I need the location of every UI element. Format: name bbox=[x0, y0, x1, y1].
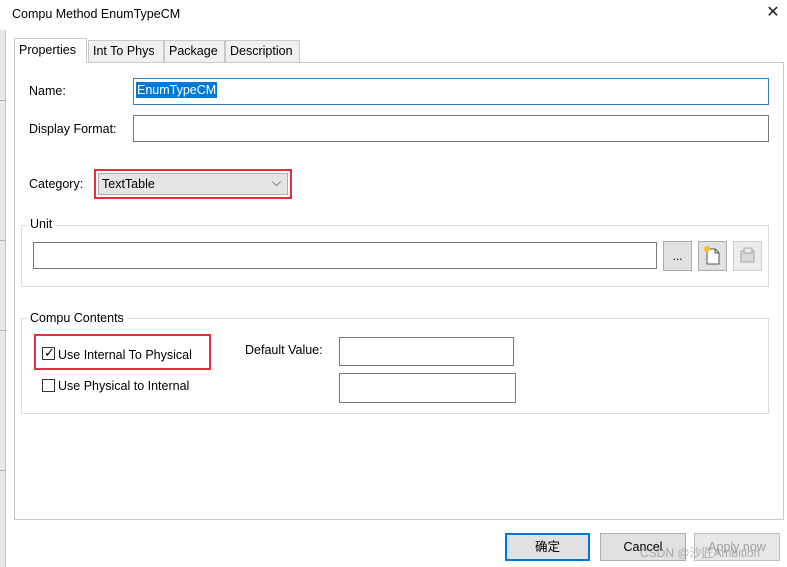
name-value: EnumTypeCM bbox=[136, 82, 218, 98]
close-icon[interactable]: ✕ bbox=[761, 2, 785, 24]
background-window-edge bbox=[0, 30, 6, 567]
default-value-input[interactable] bbox=[339, 337, 514, 366]
default-value-label: Default Value: bbox=[245, 343, 323, 357]
background-line bbox=[0, 330, 6, 331]
tab-properties[interactable]: Properties bbox=[14, 38, 87, 63]
tab-package[interactable]: Package bbox=[164, 40, 225, 62]
unit-browse-button[interactable]: ... bbox=[663, 241, 692, 271]
unit-input[interactable] bbox=[33, 242, 657, 269]
watermark: CSDN @沙匠Ambition bbox=[640, 546, 761, 560]
chevron-down-icon: ⌵ bbox=[271, 175, 281, 189]
use-physical-label[interactable]: Use Physical to Internal bbox=[58, 379, 189, 393]
ok-button[interactable]: 确定 bbox=[505, 533, 590, 561]
compu-contents-title: Compu Contents bbox=[28, 311, 126, 325]
properties-icon bbox=[740, 247, 755, 263]
name-input[interactable]: EnumTypeCM bbox=[133, 78, 769, 105]
category-select[interactable]: TextTable ⌵ bbox=[98, 173, 288, 195]
background-line bbox=[0, 100, 6, 101]
use-internal-label[interactable]: Use Internal To Physical bbox=[58, 348, 192, 362]
category-label: Category: bbox=[29, 177, 84, 191]
new-document-icon bbox=[704, 246, 720, 265]
display-format-input[interactable] bbox=[133, 115, 769, 142]
unit-group-title: Unit bbox=[28, 217, 55, 231]
background-line bbox=[0, 470, 6, 471]
dialog-window: Compu Method EnumTypeCM ✕ Properties Int… bbox=[0, 0, 787, 567]
edit-unit-button[interactable] bbox=[733, 241, 762, 271]
background-line bbox=[0, 240, 6, 241]
physical-default-input[interactable] bbox=[339, 373, 516, 403]
tab-description[interactable]: Description bbox=[225, 40, 300, 62]
checkmark-icon: ✓ bbox=[44, 345, 55, 360]
name-label: Name: bbox=[29, 84, 66, 98]
use-physical-checkbox[interactable] bbox=[42, 379, 55, 392]
display-format-label: Display Format: bbox=[29, 122, 117, 136]
tab-int-to-phys[interactable]: Int To Phys bbox=[88, 40, 164, 62]
unit-browse-label: ... bbox=[672, 249, 683, 263]
window-title: Compu Method EnumTypeCM bbox=[12, 7, 181, 21]
new-unit-button[interactable] bbox=[698, 241, 727, 271]
category-value: TextTable bbox=[102, 177, 155, 191]
use-internal-checkbox[interactable]: ✓ bbox=[42, 345, 55, 360]
